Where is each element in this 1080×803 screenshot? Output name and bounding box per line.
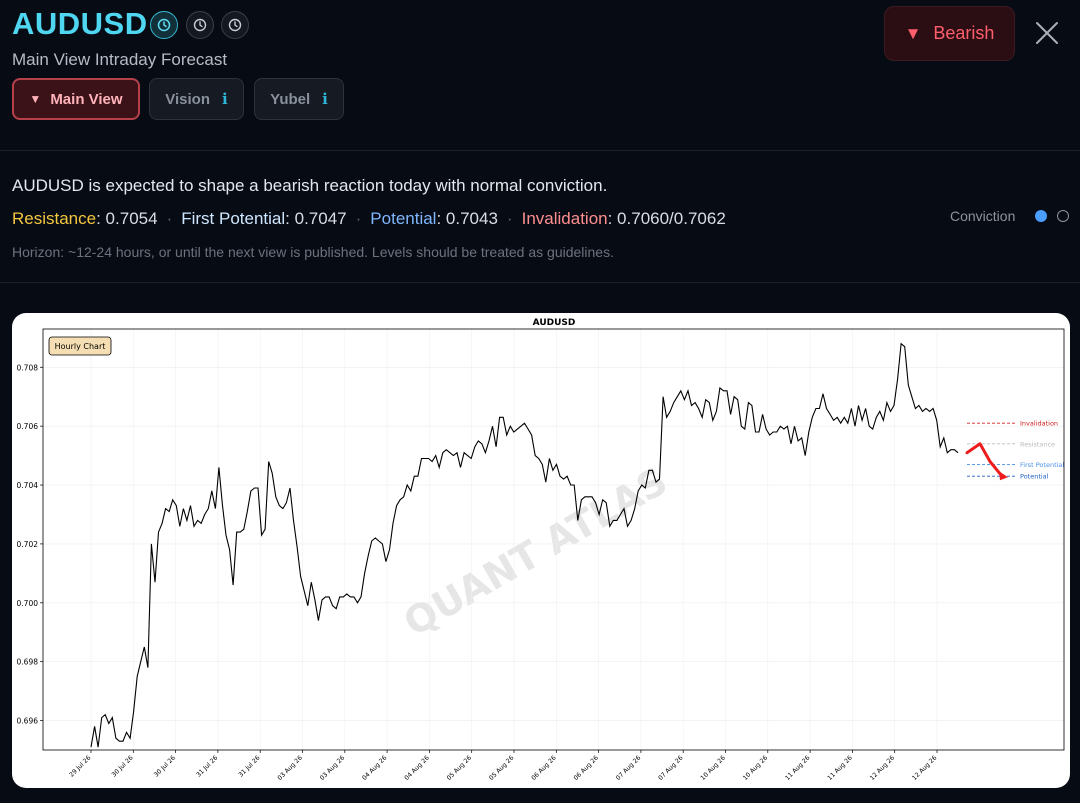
bias-label: Bearish — [933, 23, 995, 43]
clock-button-3[interactable] — [221, 11, 249, 39]
triangle-down-icon: ▼ — [904, 23, 922, 43]
clock-button-1[interactable] — [150, 11, 178, 39]
bias-badge-bearish[interactable]: ▼ Bearish — [884, 6, 1015, 61]
y-tick-label: 0.700 — [17, 599, 39, 608]
clock-icon — [157, 18, 171, 32]
hourly-chart-badge: Hourly Chart — [48, 336, 112, 356]
potential-value: : 0.7043 — [436, 209, 498, 228]
first-potential-value: : 0.7047 — [285, 209, 347, 228]
resistance-value: : 0.7054 — [96, 209, 158, 228]
levels-row: Resistance: 0.7054 · First Potential: 0.70… — [12, 209, 726, 229]
x-tick-label: 11 Aug 26 — [826, 754, 853, 781]
level-label: Invalidation — [1020, 420, 1058, 428]
x-tick-label: 12 Aug 26 — [869, 754, 896, 781]
invalidation-label: Invalidation — [521, 209, 608, 228]
x-tick-label: 03 Aug 26 — [319, 754, 346, 781]
separator-dot: · — [355, 209, 362, 228]
level-label: Resistance — [1020, 440, 1055, 448]
info-icon: i — [322, 90, 328, 108]
x-tick-label: 03 Aug 26 — [277, 754, 304, 781]
x-tick-label: 11 Aug 26 — [784, 754, 811, 781]
clock-icon — [228, 18, 242, 32]
x-tick-label: 05 Aug 26 — [446, 754, 473, 781]
forecast-summary: AUDUSD is expected to shape a bearish re… — [12, 176, 608, 195]
chart-title: AUDUSD — [533, 318, 576, 328]
x-tick-label: 05 Aug 26 — [488, 754, 515, 781]
forecast-path — [965, 442, 1004, 478]
separator-dot: · — [166, 209, 173, 228]
level-label: Potential — [1020, 473, 1049, 481]
tab-label: Main View — [50, 90, 123, 108]
tab-label: Yubel — [270, 90, 311, 108]
x-tick-label: 06 Aug 26 — [530, 754, 557, 781]
level-label: First Potential — [1020, 461, 1064, 469]
symbol-title: AUDUSD — [12, 6, 148, 41]
y-tick-label: 0.708 — [17, 363, 39, 372]
conviction-dot-filled — [1035, 210, 1047, 222]
conviction-label: Conviction — [950, 208, 1016, 224]
tab-vision[interactable]: Vision i — [149, 78, 244, 120]
forecast-header: AUDUSD Main View Intraday Forecast ▼ Mai… — [0, 0, 1080, 150]
invalidation-value: : 0.7060/0.7062 — [607, 209, 726, 228]
first-potential-label: First Potential — [181, 209, 286, 228]
x-axis: 29 Jul 26 30 Jul 26 30 Jul 26 31 Jul 26 31 J… — [68, 750, 938, 782]
separator-dot: · — [506, 209, 513, 228]
x-tick-label: 10 Aug 26 — [700, 754, 727, 781]
clock-icon — [193, 18, 207, 32]
y-tick-label: 0.698 — [17, 658, 39, 667]
chart-card: AUDUSD QUANT ATLAS 0.696 0.698 0.700 0.702 0… — [12, 313, 1070, 788]
chart-watermark: QUANT ATLAS — [396, 459, 674, 645]
y-axis: 0.696 0.698 0.700 0.702 0.704 0.706 0.708 — [17, 363, 43, 726]
divider — [0, 150, 1080, 151]
conviction-dot-empty — [1057, 210, 1069, 222]
caret-down-icon: ▼ — [29, 92, 42, 106]
price-chart: AUDUSD QUANT ATLAS 0.6960.6980.7000.7020… — [17, 318, 1065, 782]
forecast-levels: Invalidation Resistance First Potential Pot… — [967, 420, 1064, 481]
x-tick-label: 07 Aug 26 — [657, 754, 684, 781]
x-tick-label: 31 Jul 26 — [237, 754, 261, 778]
badge-label: Hourly Chart — [55, 342, 106, 351]
x-tick-label: 30 Jul 26 — [111, 754, 135, 778]
y-tick-label: 0.696 — [17, 717, 39, 726]
y-tick-label: 0.706 — [17, 422, 39, 431]
horizon-note: Horizon: ~12-24 hours, or until the next… — [12, 244, 614, 260]
info-icon: i — [222, 90, 228, 108]
page-subtitle: Main View Intraday Forecast — [12, 50, 228, 69]
x-tick-label: 30 Jul 26 — [153, 754, 177, 778]
x-tick-label: 10 Aug 26 — [742, 754, 769, 781]
divider — [0, 282, 1080, 283]
x-tick-label: 07 Aug 26 — [615, 754, 642, 781]
tab-label: Vision — [165, 90, 211, 108]
x-tick-label: 12 Aug 26 — [911, 754, 938, 781]
tab-yubel[interactable]: Yubel i — [254, 78, 344, 120]
y-tick-label: 0.704 — [17, 481, 39, 490]
x-tick-label: 29 Jul 26 — [68, 754, 92, 778]
x-tick-label: 06 Aug 26 — [573, 754, 600, 781]
potential-label: Potential — [370, 209, 437, 228]
x-tick-label: 31 Jul 26 — [195, 754, 219, 778]
forecast-arrow-head — [999, 471, 1008, 481]
resistance-label: Resistance — [12, 209, 97, 228]
tab-main-view[interactable]: ▼ Main View — [12, 78, 140, 120]
close-button[interactable] — [1034, 20, 1060, 46]
clock-button-2[interactable] — [186, 11, 214, 39]
x-tick-label: 04 Aug 26 — [361, 754, 388, 781]
close-icon — [1036, 22, 1058, 44]
y-tick-label: 0.702 — [17, 540, 39, 549]
x-tick-label: 04 Aug 26 — [403, 754, 430, 781]
